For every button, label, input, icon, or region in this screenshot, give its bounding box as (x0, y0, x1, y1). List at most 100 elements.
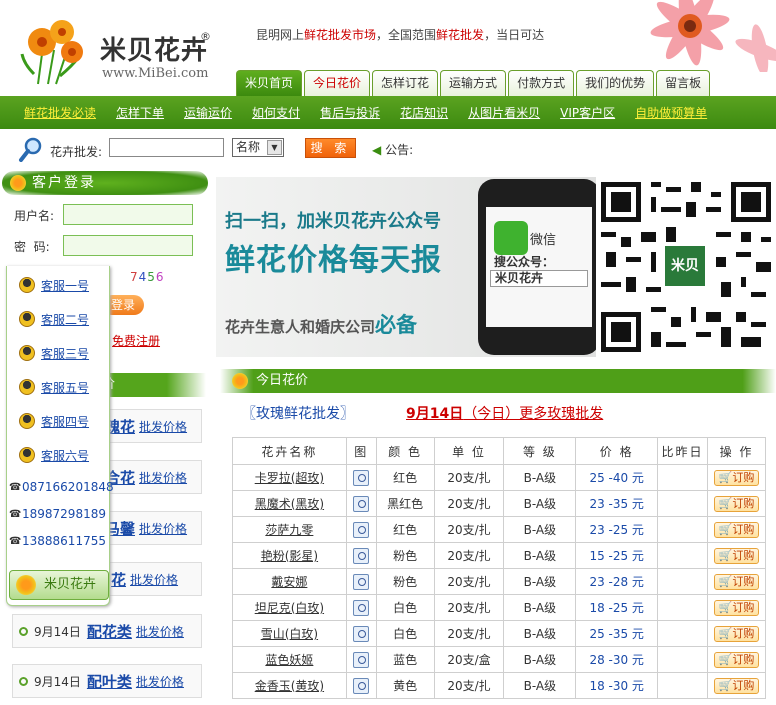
speaker-icon: ◀ (372, 143, 382, 157)
action-cell: 🛒订购 (707, 542, 766, 569)
table-header-row: 花卉名称 图 颜 色 单 位 等 级 价 格 比昨日 操 作 (232, 437, 766, 465)
view-image-icon[interactable] (353, 547, 370, 564)
tab-home[interactable]: 米贝首页 (236, 70, 303, 96)
view-image-icon[interactable] (353, 651, 370, 668)
view-image-icon[interactable] (353, 599, 370, 616)
action-cell: 🛒订购 (707, 490, 766, 517)
view-image-icon[interactable] (353, 573, 370, 590)
wechat-banner[interactable]: 扫一扫，加米贝花卉公众号 鲜花价格每天报 花卉生意人和婚庆公司必备 微信 搜公众… (216, 177, 776, 357)
category-item[interactable]: 9月14日 配花类 批发价格 (12, 614, 202, 648)
order-button[interactable]: 🛒订购 (713, 625, 760, 642)
tab-payment[interactable]: 付款方式 (508, 70, 575, 96)
flower-name-link[interactable]: 金香玉(黄玫) (255, 679, 324, 693)
image-cell (345, 516, 377, 543)
kefu-item[interactable]: 客服一号 (19, 276, 89, 294)
magnifier-icon (19, 137, 42, 162)
order-button[interactable]: 🛒订购 (713, 469, 760, 486)
kefu-logo: 米贝花卉 (9, 570, 109, 600)
image-cell (345, 646, 377, 673)
price-cell: 23 -28 元 (575, 568, 659, 595)
sub-nav-bar: 鲜花批发必读 怎样下单 运输运价 如何支付 售后与投诉 花店知识 从图片看米贝 … (0, 96, 776, 129)
tab-advantages[interactable]: 我们的优势 (576, 70, 655, 96)
order-button[interactable]: 🛒订购 (713, 495, 760, 512)
cart-icon: 🛒 (718, 626, 733, 640)
flower-name-link[interactable]: 艳粉(影星) (261, 549, 318, 563)
subnav-budget[interactable]: 自助做预算单 (635, 104, 707, 121)
kefu-item[interactable]: 客服三号 (19, 344, 89, 362)
flower-name-cell: 金香玉(黄玫) (232, 672, 347, 699)
col-header: 图 (345, 437, 377, 465)
subnav-how-to-order[interactable]: 怎样下单 (116, 104, 164, 121)
search-button[interactable]: 搜 索 (305, 138, 356, 158)
subnav-how-to-pay[interactable]: 如何支付 (252, 104, 300, 121)
view-image-icon[interactable] (353, 521, 370, 538)
tab-shipping[interactable]: 运输方式 (440, 70, 507, 96)
col-header: 操 作 (707, 437, 766, 465)
password-input[interactable] (63, 235, 193, 256)
view-image-icon[interactable] (353, 625, 370, 642)
grade-cell: B-A级 (503, 672, 577, 699)
flower-name-link[interactable]: 卡罗拉(超玫) (255, 471, 324, 485)
kefu-item[interactable]: 客服六号 (19, 446, 89, 464)
compare-cell (657, 490, 709, 517)
captcha-image[interactable]: 7456 (130, 270, 165, 284)
subnav-vip[interactable]: VIP客户区 (560, 104, 615, 121)
flower-name-cell: 黑魔术(黑玫) (232, 490, 347, 517)
order-button[interactable]: 🛒订购 (713, 599, 760, 616)
flower-name-link[interactable]: 雪山(白玫) (261, 627, 318, 641)
header: 米贝花卉 ® www.MiBei.com 昆明网上鲜花批发市场，全国范围鲜花批发… (0, 0, 776, 96)
flower-icon (16, 575, 36, 595)
kefu-item[interactable]: 客服四号 (19, 412, 89, 430)
subnav-photos[interactable]: 从图片看米贝 (468, 104, 540, 121)
flower-name-link[interactable]: 戴安娜 (271, 575, 307, 589)
customer-service-panel: 客服一号 客服二号 客服三号 客服五号 客服四号 客服六号 ☎ 087166201… (6, 266, 114, 606)
site-logo[interactable]: 米贝花卉 ® www.MiBei.com (14, 14, 214, 86)
subnav-shipping-rates[interactable]: 运输运价 (184, 104, 232, 121)
view-image-icon[interactable] (353, 677, 370, 694)
tab-guestbook[interactable]: 留言板 (656, 70, 711, 96)
view-image-icon[interactable] (353, 469, 370, 486)
cart-icon: 🛒 (718, 470, 733, 484)
price-cell: 25 -40 元 (575, 464, 659, 491)
subnav-florist-knowledge[interactable]: 花店知识 (400, 104, 448, 121)
flower-name-link[interactable]: 黑魔术(黑玫) (255, 497, 324, 511)
category-item[interactable]: 9月14日 配叶类 批发价格 (12, 664, 202, 698)
subnav-must-read[interactable]: 鲜花批发必读 (24, 104, 96, 121)
tab-how-to-order[interactable]: 怎样订花 (372, 70, 439, 96)
order-button[interactable]: 🛒订购 (713, 651, 760, 668)
search-type-select[interactable]: 名称 ▼ (232, 138, 284, 157)
flower-name-link[interactable]: 坦尼克(白玫) (255, 601, 324, 615)
order-button[interactable]: 🛒订购 (713, 573, 760, 590)
compare-cell (657, 542, 709, 569)
grade-cell: B-A级 (503, 542, 577, 569)
qq-icon (19, 379, 35, 395)
image-cell (345, 464, 377, 491)
compare-cell (657, 568, 709, 595)
more-roses-link[interactable]: 9月14日（今日）更多玫瑰批发 (406, 403, 603, 423)
username-input[interactable] (63, 204, 193, 225)
cart-icon: 🛒 (718, 548, 733, 562)
flower-name-link[interactable]: 蓝色妖姬 (265, 653, 313, 667)
flower-name-link[interactable]: 莎萨九零 (265, 523, 313, 537)
phone-number: ☎ 18987298189 (9, 507, 106, 521)
register-link[interactable]: 免费注册 (112, 332, 160, 349)
order-button[interactable]: 🛒订购 (713, 521, 760, 538)
kefu-item[interactable]: 客服二号 (19, 310, 89, 328)
subnav-after-sales[interactable]: 售后与投诉 (320, 104, 380, 121)
search-input[interactable] (109, 138, 224, 157)
unit-cell: 20支/扎 (433, 568, 505, 595)
order-button[interactable]: 🛒订购 (713, 677, 760, 694)
kefu-item[interactable]: 客服五号 (19, 378, 89, 396)
flower-name-cell: 雪山(白玫) (232, 620, 347, 647)
qq-icon (19, 345, 35, 361)
price-cell: 23 -35 元 (575, 490, 659, 517)
unit-cell: 20支/扎 (433, 620, 505, 647)
flower-name-cell: 卡罗拉(超玫) (232, 464, 347, 491)
table-row: 莎萨九零 红色 20支/扎 B-A级 23 -25 元 🛒订购 (232, 516, 766, 543)
bullet-icon (19, 626, 28, 636)
image-cell (345, 542, 377, 569)
tab-today-price[interactable]: 今日花价 (304, 70, 371, 96)
color-cell: 白色 (375, 620, 435, 647)
order-button[interactable]: 🛒订购 (713, 547, 760, 564)
view-image-icon[interactable] (353, 495, 370, 512)
